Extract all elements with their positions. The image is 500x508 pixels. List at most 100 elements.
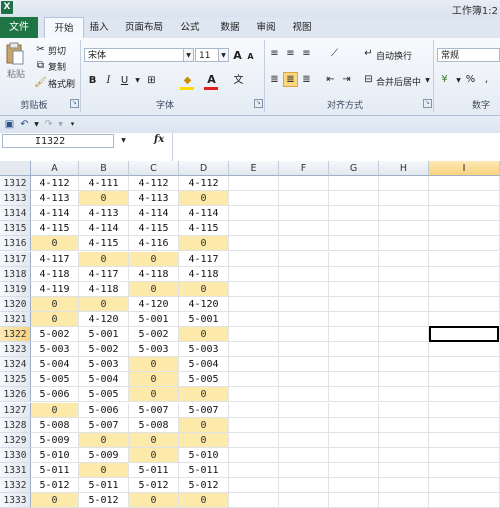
table-cell[interactable]: 4-119: [31, 281, 79, 297]
table-cell[interactable]: [279, 478, 329, 493]
table-cell[interactable]: [229, 176, 279, 191]
borders-icon[interactable]: ⊞: [145, 74, 158, 87]
table-cell[interactable]: 4-113: [129, 191, 179, 207]
table-cell[interactable]: 5-004: [79, 372, 129, 388]
table-cell[interactable]: [279, 281, 329, 297]
row-header[interactable]: 1312: [0, 176, 31, 191]
table-cell[interactable]: 5-001: [129, 311, 179, 327]
table-cell[interactable]: [329, 281, 379, 297]
table-cell[interactable]: 4-115: [129, 221, 179, 237]
table-cell[interactable]: 4-117: [31, 251, 79, 267]
wrap-text-icon[interactable]: ↵: [362, 47, 375, 60]
table-cell[interactable]: 5-009: [31, 432, 79, 448]
table-cell[interactable]: 4-112: [31, 176, 79, 191]
table-cell[interactable]: [279, 387, 329, 403]
row-header[interactable]: 1319: [0, 281, 31, 297]
table-cell[interactable]: [379, 191, 429, 207]
table-cell[interactable]: [429, 266, 500, 282]
table-cell[interactable]: 0: [179, 281, 229, 297]
table-cell[interactable]: [429, 221, 500, 237]
table-cell[interactable]: [279, 311, 329, 327]
table-cell[interactable]: [229, 296, 279, 312]
row-header[interactable]: 1318: [0, 266, 31, 282]
table-cell[interactable]: 0: [129, 387, 179, 403]
table-cell[interactable]: [379, 447, 429, 463]
table-cell[interactable]: 0: [179, 417, 229, 433]
table-cell[interactable]: [279, 432, 329, 448]
column-header-e[interactable]: E: [229, 161, 279, 176]
table-cell[interactable]: [229, 221, 279, 237]
table-cell[interactable]: 5-003: [31, 342, 79, 358]
underline-button[interactable]: U: [118, 74, 131, 87]
row-header[interactable]: 1315: [0, 221, 31, 237]
chevron-down-icon[interactable]: ▼: [131, 74, 144, 87]
table-cell[interactable]: [279, 251, 329, 267]
table-cell[interactable]: [279, 357, 329, 373]
column-header-c[interactable]: C: [129, 161, 179, 176]
table-cell[interactable]: [329, 296, 379, 312]
table-cell[interactable]: [379, 462, 429, 478]
table-cell[interactable]: 4-118: [79, 281, 129, 297]
table-cell[interactable]: 5-010: [179, 447, 229, 463]
table-cell[interactable]: 4-112: [129, 176, 179, 191]
row-header[interactable]: 1325: [0, 372, 31, 388]
table-cell[interactable]: 5-003: [179, 342, 229, 358]
table-cell[interactable]: 0: [129, 447, 179, 463]
table-cell[interactable]: [229, 236, 279, 252]
table-cell[interactable]: [329, 493, 379, 508]
tab-review[interactable]: 审阅: [250, 17, 282, 38]
table-cell[interactable]: [279, 296, 329, 312]
font-size-combo[interactable]: 11: [195, 48, 219, 62]
row-header[interactable]: 1317: [0, 251, 31, 267]
table-cell[interactable]: [379, 417, 429, 433]
excel-app-icon[interactable]: X: [1, 1, 13, 14]
table-cell[interactable]: [279, 493, 329, 508]
row-header[interactable]: 1331: [0, 462, 31, 478]
merge-center-icon[interactable]: ⊟: [362, 73, 375, 86]
table-cell[interactable]: [429, 493, 500, 508]
table-cell[interactable]: 4-115: [79, 236, 129, 252]
table-cell[interactable]: [379, 176, 429, 191]
table-cell[interactable]: 0: [31, 296, 79, 312]
table-cell[interactable]: [429, 447, 500, 463]
table-cell[interactable]: 4-114: [179, 206, 229, 222]
table-cell[interactable]: 5-012: [129, 478, 179, 493]
row-header[interactable]: 1316: [0, 236, 31, 252]
tab-view[interactable]: 视图: [286, 17, 318, 38]
row-header[interactable]: 1313: [0, 191, 31, 207]
table-cell[interactable]: [329, 462, 379, 478]
table-cell[interactable]: [429, 462, 500, 478]
table-cell[interactable]: [429, 357, 500, 373]
row-header[interactable]: 1320: [0, 296, 31, 312]
row-header[interactable]: 1326: [0, 387, 31, 403]
table-cell[interactable]: [429, 402, 500, 418]
table-cell[interactable]: 5-012: [79, 493, 129, 508]
table-cell[interactable]: [379, 387, 429, 403]
table-cell[interactable]: [429, 387, 500, 403]
number-format-combo[interactable]: 常规: [437, 48, 500, 62]
table-cell[interactable]: 4-117: [79, 266, 129, 282]
row-header[interactable]: 1328: [0, 417, 31, 433]
column-header-a[interactable]: A: [31, 161, 79, 176]
table-cell[interactable]: 0: [129, 251, 179, 267]
table-cell[interactable]: [329, 447, 379, 463]
alignment-launcher-icon[interactable]: ↘: [423, 99, 432, 108]
customize-qat-icon[interactable]: ▾: [66, 118, 79, 131]
table-cell[interactable]: 5-009: [79, 447, 129, 463]
table-cell[interactable]: 5-011: [79, 478, 129, 493]
table-cell[interactable]: [229, 478, 279, 493]
table-cell[interactable]: [429, 281, 500, 297]
table-cell[interactable]: 5-002: [31, 327, 79, 342]
table-cell[interactable]: [279, 342, 329, 358]
wrap-text-button[interactable]: 自动换行: [376, 49, 412, 62]
table-cell[interactable]: 4-116: [129, 236, 179, 252]
chevron-down-icon[interactable]: ▼: [219, 48, 229, 62]
table-cell[interactable]: [229, 206, 279, 222]
table-cell[interactable]: 0: [129, 432, 179, 448]
table-cell[interactable]: [379, 327, 429, 342]
table-cell[interactable]: 4-118: [129, 266, 179, 282]
table-cell[interactable]: 5-003: [129, 342, 179, 358]
table-cell[interactable]: [329, 311, 379, 327]
table-cell[interactable]: [429, 342, 500, 358]
align-right-icon[interactable]: ≣: [300, 73, 313, 86]
